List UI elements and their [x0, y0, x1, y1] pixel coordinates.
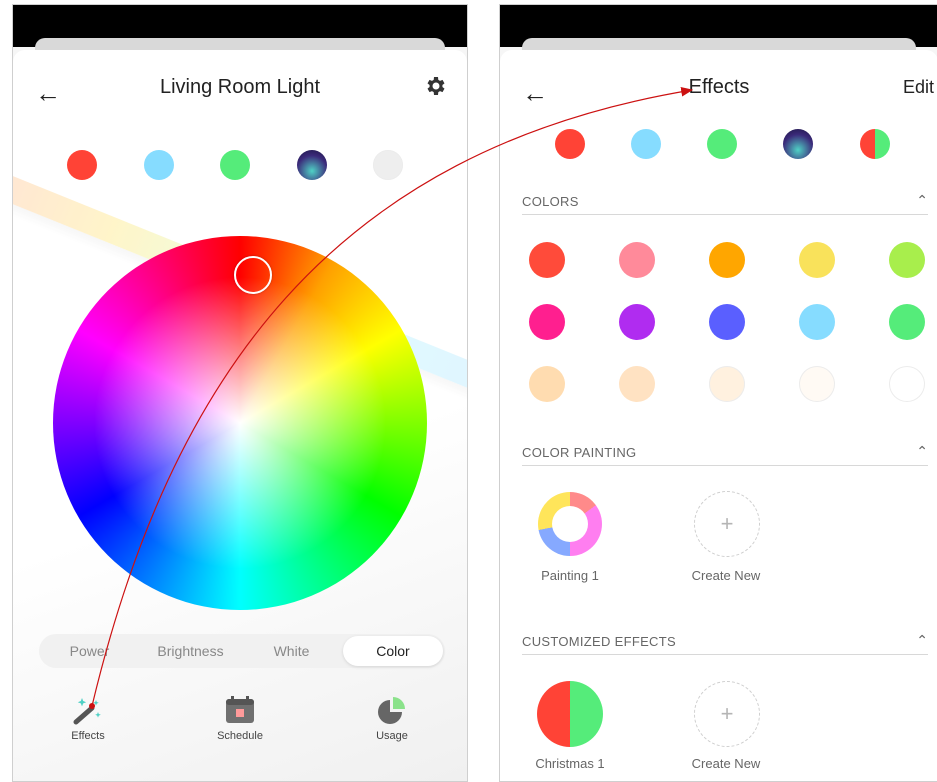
preset-light-blue[interactable] — [144, 150, 174, 180]
page-title: Living Room Light — [159, 76, 321, 98]
magic-wand-icon — [73, 698, 101, 725]
tab-color[interactable]: Color — [343, 636, 443, 666]
plus-icon: + — [720, 701, 734, 726]
create-new-effect-label: Create New — [691, 756, 761, 771]
tab-white[interactable]: White — [241, 634, 342, 668]
color-swatch[interactable] — [889, 242, 925, 278]
schedule-tab-label: Schedule — [217, 730, 263, 742]
mode-segmented-control: Power Brightness White Color — [39, 634, 445, 668]
pie-chart-icon — [378, 697, 405, 724]
tab-power[interactable]: Power — [39, 634, 140, 668]
color-painting-section-title: COLOR PAINTING — [522, 445, 637, 460]
create-new-painting-button[interactable]: + — [694, 491, 760, 557]
light-control-sheet: ← Living Room Light Power Brightness Whi… — [13, 50, 467, 781]
calendar-icon — [226, 696, 254, 723]
effects-tab-label: Effects — [71, 730, 105, 742]
effects-screen: ← Effects Edit COLORS ⌃ COLOR PAINTING ⌃… — [499, 4, 937, 782]
color-swatch[interactable] — [619, 242, 655, 278]
schedule-tab[interactable]: Schedule — [195, 694, 285, 742]
effects-tab[interactable]: Effects — [43, 694, 133, 742]
recent-aurora[interactable] — [783, 129, 813, 159]
recent-light-blue[interactable] — [631, 129, 661, 159]
chevron-up-icon[interactable]: ⌃ — [916, 632, 928, 649]
color-swatch[interactable] — [709, 366, 745, 402]
tab-brightness[interactable]: Brightness — [140, 634, 241, 668]
color-swatch[interactable] — [889, 366, 925, 402]
colors-section-header: COLORS ⌃ — [522, 192, 928, 215]
preset-aurora[interactable] — [297, 150, 327, 180]
color-swatch[interactable] — [799, 304, 835, 340]
preset-white[interactable] — [373, 150, 403, 180]
chevron-up-icon[interactable]: ⌃ — [916, 192, 928, 209]
customized-effects-section-header: CUSTOMIZED EFFECTS ⌃ — [522, 632, 928, 655]
color-swatch[interactable] — [799, 366, 835, 402]
customized-effects-section-title: CUSTOMIZED EFFECTS — [522, 634, 676, 649]
gear-icon — [427, 77, 445, 95]
page-title: Effects — [688, 76, 750, 98]
create-new-painting-label: Create New — [691, 568, 761, 583]
usage-tab-label: Usage — [376, 730, 408, 742]
christmas-1-label: Christmas 1 — [535, 756, 605, 771]
color-wheel-selector[interactable] — [234, 256, 272, 294]
preset-green[interactable] — [220, 150, 250, 180]
effects-sheet: ← Effects Edit COLORS ⌃ COLOR PAINTING ⌃… — [500, 50, 937, 781]
color-swatch[interactable] — [529, 366, 565, 402]
plus-icon: + — [720, 511, 734, 536]
colors-section-title: COLORS — [522, 194, 579, 209]
color-swatch[interactable] — [799, 242, 835, 278]
recent-red[interactable] — [555, 129, 585, 159]
chevron-up-icon[interactable]: ⌃ — [916, 443, 928, 460]
create-new-effect-button[interactable]: + — [694, 681, 760, 747]
recent-red-green[interactable] — [860, 129, 890, 159]
painting-1-thumbnail[interactable] — [538, 492, 602, 556]
settings-button[interactable] — [423, 74, 447, 103]
recent-green[interactable] — [707, 129, 737, 159]
painting-1-label: Painting 1 — [541, 568, 599, 583]
usage-tab[interactable]: Usage — [347, 694, 437, 742]
color-wheel[interactable] — [53, 236, 427, 610]
color-painting-section-header: COLOR PAINTING ⌃ — [522, 443, 928, 466]
color-swatch[interactable] — [529, 242, 565, 278]
color-swatch[interactable] — [709, 242, 745, 278]
color-swatch[interactable] — [619, 366, 655, 402]
preset-red[interactable] — [67, 150, 97, 180]
color-swatch[interactable] — [529, 304, 565, 340]
color-swatch[interactable] — [619, 304, 655, 340]
christmas-1-thumbnail[interactable] — [537, 681, 603, 747]
edit-button[interactable]: Edit — [903, 77, 934, 98]
living-room-light-screen: ← Living Room Light Power Brightness Whi… — [12, 4, 468, 782]
color-swatch[interactable] — [889, 304, 925, 340]
color-swatch[interactable] — [709, 304, 745, 340]
